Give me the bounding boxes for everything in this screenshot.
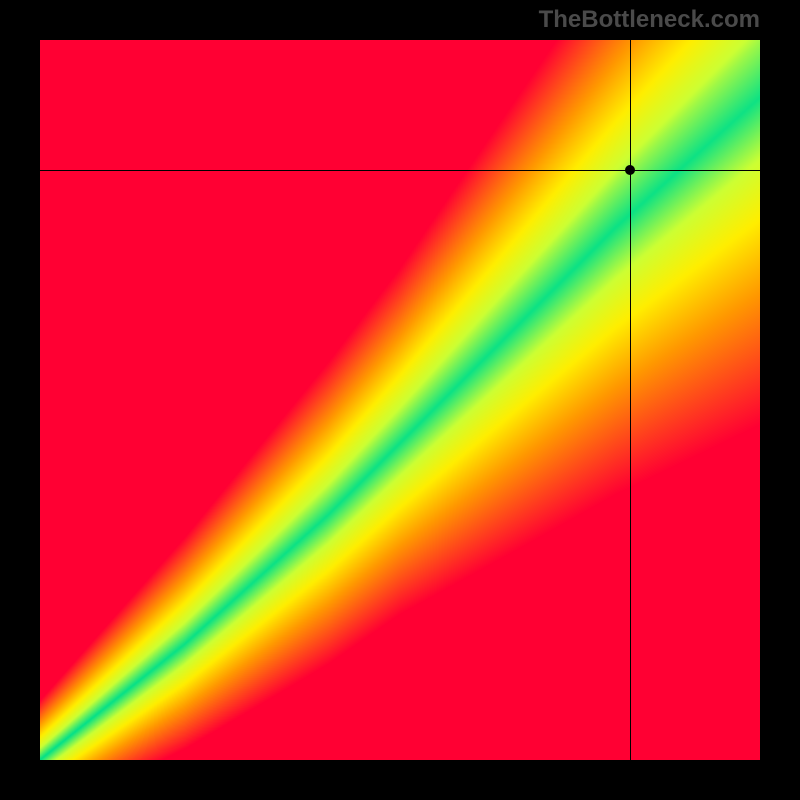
- crosshair-horizontal: [40, 170, 760, 171]
- marker-point: [625, 165, 635, 175]
- watermark-label: TheBottleneck.com: [539, 6, 760, 34]
- heatmap-plot: [40, 40, 760, 760]
- chart-container: TheBottleneck.com: [0, 0, 800, 800]
- crosshair-vertical: [630, 40, 631, 760]
